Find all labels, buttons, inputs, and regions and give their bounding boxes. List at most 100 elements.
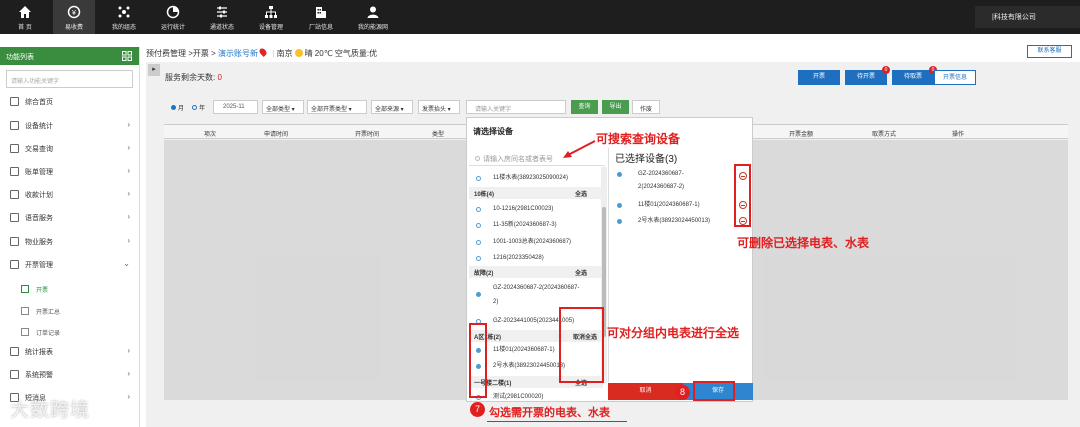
export-button[interactable]: 导出 bbox=[602, 100, 629, 114]
list-item[interactable]: 11-35新(2024360687-3) bbox=[469, 219, 603, 231]
chevron-right-icon: › bbox=[127, 166, 130, 175]
selected-dot bbox=[617, 219, 622, 224]
sidebar-item-label: 系统预警 bbox=[25, 372, 53, 379]
svg-text:¥: ¥ bbox=[72, 10, 76, 17]
sidebar-item-property[interactable]: 物业服务 › bbox=[0, 231, 140, 251]
select-all-button[interactable]: 全选 bbox=[575, 268, 587, 277]
remaining-label: 服务剩余天数: bbox=[165, 73, 216, 82]
select-device-modal: 请选择设备 请输入房间名或者表号 11楼水表(38923025090024) 1… bbox=[466, 117, 753, 402]
radio-button[interactable] bbox=[476, 256, 481, 261]
nav-energy[interactable]: 我的能源网 bbox=[350, 0, 396, 34]
list-item[interactable]: 测试(2981C00020) bbox=[469, 391, 603, 403]
radio-year[interactable]: 年 bbox=[192, 103, 205, 112]
invoice-info-button[interactable]: 开票信息 bbox=[934, 70, 976, 85]
nav-label: 易收费 bbox=[64, 25, 83, 31]
plan-icon bbox=[10, 190, 19, 199]
device-label: 11-35新(2024360687-3) bbox=[493, 222, 557, 228]
date-picker[interactable]: 2025-11 bbox=[213, 100, 258, 114]
nav-channel[interactable]: 通道状态 bbox=[201, 0, 243, 34]
sidebar-item-bills[interactable]: 账单管理 › bbox=[0, 161, 140, 181]
type-select[interactable]: 全部类型 ▾ bbox=[262, 100, 304, 114]
panel-divider bbox=[608, 148, 609, 382]
selected-item: GZ-2024360687- 2(2024360687-2) bbox=[612, 168, 752, 194]
device-label: 11楼水表(38923025090024) bbox=[493, 175, 568, 181]
nav-stats[interactable]: 运行统计 bbox=[152, 0, 194, 34]
annotation-select-all: 可对分组内电表进行全选 bbox=[607, 326, 740, 340]
list-item[interactable]: 1001-1003总表(2024360687) bbox=[469, 236, 603, 248]
sidebar-item-label: 交易查询 bbox=[25, 146, 53, 153]
void-button[interactable]: 作废 bbox=[632, 100, 660, 114]
selected-item: 2号水表(38923024450013) bbox=[612, 215, 752, 227]
nav-label: 厂站信息 bbox=[308, 25, 333, 31]
radio-button[interactable] bbox=[476, 292, 481, 297]
building-icon bbox=[316, 7, 326, 18]
chevron-right-icon: › bbox=[127, 143, 130, 152]
remaining-value: 0 bbox=[217, 73, 222, 82]
contact-support-button[interactable]: 联系客服 bbox=[1027, 45, 1072, 58]
grid-icon[interactable] bbox=[122, 51, 132, 61]
collapse-sidebar-button[interactable]: ▸ bbox=[148, 64, 160, 76]
cancel-button[interactable]: 取消 bbox=[608, 383, 683, 400]
sidebar-item-payment-plan[interactable]: 收款计划 › bbox=[0, 184, 140, 204]
column-header: 开票金额 bbox=[789, 132, 814, 138]
query-button[interactable]: 查询 bbox=[571, 100, 598, 114]
device-label: 11楼01(2024360687-1) bbox=[638, 202, 700, 208]
sidebar-item-transactions[interactable]: 交易查询 › bbox=[0, 138, 140, 158]
alert-icon bbox=[10, 370, 19, 379]
remaining-days: 服务剩余天数: 0 bbox=[165, 72, 222, 83]
sidebar-item-reports[interactable]: 统计报表 › bbox=[0, 341, 140, 361]
home-icon bbox=[19, 6, 31, 18]
account-link[interactable]: 演示账号新 bbox=[218, 49, 258, 58]
sidebar-subitem-label: 开票 bbox=[36, 288, 49, 294]
chevron-right-icon: › bbox=[127, 212, 130, 221]
select-all-button[interactable]: 全选 bbox=[575, 189, 587, 198]
sidebar-subitem-invoice[interactable]: 开票 bbox=[0, 280, 140, 298]
list-item[interactable]: GZ-2024360687-2(2024360687- 2) bbox=[469, 281, 603, 309]
nav-device[interactable]: 设备管理 bbox=[250, 0, 292, 34]
list-item[interactable]: 11楼水表(38923025090024) bbox=[469, 172, 603, 184]
sidebar-item-voice[interactable]: 语音服务 › bbox=[0, 207, 140, 227]
chevron-right-icon: › bbox=[127, 369, 130, 378]
nav-config[interactable]: 我的组态 bbox=[103, 0, 145, 34]
source-select[interactable]: 全部来源 ▾ bbox=[371, 100, 413, 114]
list-item[interactable]: 10-1216(2981C00023) bbox=[469, 203, 603, 215]
sidebar-subitem-invoice-summary[interactable]: 开票汇总 bbox=[0, 302, 140, 320]
sidebar-search-input[interactable]: 请输入功能关键字 bbox=[6, 70, 133, 88]
sidebar-item-label: 物业服务 bbox=[25, 239, 53, 246]
nav-label: 通道状态 bbox=[209, 25, 234, 31]
step-badge: 7 bbox=[470, 402, 485, 417]
sidebar-subitem-orders[interactable]: 订单记录 bbox=[0, 323, 140, 341]
top-nav-bar: 首 页 ¥ 易收费 我的组态 运行统计 通道状态 设备管理 厂站信息 我的能源网… bbox=[0, 0, 1080, 34]
sidebar-item-device-stats[interactable]: 设备统计 › bbox=[0, 115, 140, 135]
sidebar-title: 功能列表 bbox=[6, 54, 34, 61]
radio-button[interactable] bbox=[476, 240, 481, 245]
modal-title: 请选择设备 bbox=[473, 127, 513, 136]
sidebar-item-home[interactable]: 综合首页 bbox=[0, 91, 140, 111]
invoice-type-select[interactable]: 全部开票类型 ▾ bbox=[307, 100, 367, 114]
chevron-right-icon: › bbox=[127, 346, 130, 355]
action-label: 开票 bbox=[812, 74, 825, 80]
action-label: 开票信息 bbox=[942, 75, 967, 81]
annotation-step7: 勾选需开票的电表、水表 bbox=[489, 406, 610, 419]
nav-home[interactable]: 首 页 bbox=[4, 0, 46, 34]
list-item[interactable]: 1216(2023350428) bbox=[469, 252, 603, 264]
device-label: 2号水表(38923024450013) bbox=[638, 218, 711, 224]
pending-pickup-button[interactable]: 待取票 0 bbox=[892, 66, 937, 85]
radio-button[interactable] bbox=[476, 207, 481, 212]
sidebar-item-alerts[interactable]: 系统预警 › bbox=[0, 364, 140, 384]
radio-month[interactable]: 月 bbox=[171, 103, 184, 112]
keyword-input[interactable]: 请输入关键字 bbox=[466, 100, 566, 114]
pending-invoice-button[interactable]: 待开票 0 bbox=[845, 66, 890, 85]
company-name[interactable]: |科技有限公司 bbox=[975, 6, 1080, 28]
selected-dot bbox=[617, 203, 622, 208]
invoice-button[interactable]: 开票 bbox=[798, 70, 840, 85]
device-label: 1216(2023350428) bbox=[493, 255, 544, 261]
invoice-header-select[interactable]: 发票抬头 ▾ bbox=[418, 100, 460, 114]
select-value: 全部类型 bbox=[266, 107, 291, 113]
sidebar-item-invoice[interactable]: 开票管理 ⌄ bbox=[0, 254, 140, 274]
nav-charge[interactable]: ¥ 易收费 bbox=[53, 0, 95, 34]
radio-button[interactable] bbox=[476, 176, 481, 181]
radio-button[interactable] bbox=[476, 223, 481, 228]
selected-devices-title: 已选择设备(3) bbox=[615, 154, 678, 165]
nav-station[interactable]: 厂站信息 bbox=[300, 0, 342, 34]
